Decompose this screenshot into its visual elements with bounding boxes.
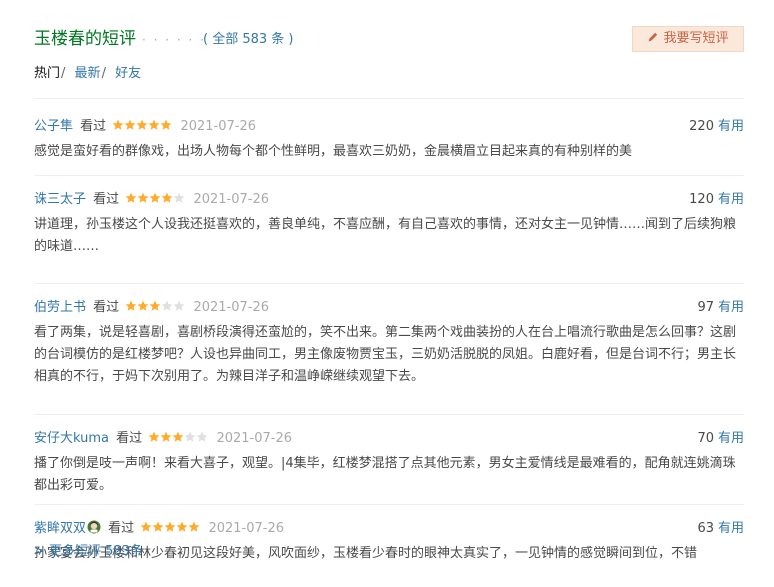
vote-count: 120 <box>689 192 714 207</box>
star-icon <box>172 431 184 442</box>
star-icon <box>173 192 185 203</box>
watched-label: 看过 <box>116 431 143 446</box>
comment-meta: 公子隼 看过 2021-07-26 <box>34 118 744 136</box>
comment-meta: 诛三太子 看过 2021-07-26 <box>34 191 744 209</box>
comment-content: 播了你倒是吱一声啊！来看大喜子，观望。|4集毕，红楼梦混搭了点其他元素，男女主爱… <box>34 456 736 493</box>
rating-stars <box>125 300 185 318</box>
comment-meta: 伯劳上书 看过 2021-07-26 <box>34 299 744 317</box>
comment-date: 2021-07-26 <box>208 521 285 536</box>
comment-content: 看了两集，说是轻喜剧，喜剧桥段演得还蛮尬的，笑不出来。第二集两个戏曲装扮的人在台… <box>34 325 737 384</box>
watched-label: 看过 <box>93 192 120 207</box>
star-icon <box>137 300 149 311</box>
comment-user-link[interactable]: 安仔大kuma <box>34 431 109 446</box>
star-icon <box>160 431 172 442</box>
divider <box>34 98 744 99</box>
vote-area: 120 有用 <box>689 191 744 209</box>
tab-separator: / <box>61 66 66 81</box>
star-icon <box>161 300 173 311</box>
write-comment-button[interactable]: 我要写短评 <box>632 26 744 52</box>
comment-user-link[interactable]: 公子隼 <box>34 119 73 134</box>
tab-latest[interactable]: 最新 <box>75 66 101 81</box>
vote-count: 63 <box>697 521 714 536</box>
useful-button[interactable]: 有用 <box>718 192 744 207</box>
comment-content: 感觉是蛮好看的群像戏，出场人物每个都个性鲜明，最喜欢三奶奶，金晨横眉立目起来真的… <box>34 144 633 159</box>
star-icon <box>140 521 152 532</box>
vote-count: 70 <box>697 431 714 446</box>
comment-content: 讲道理，孙玉楼这个人设我还挺喜欢的，善良单纯，不喜应酬，有自己喜欢的事情，还对女… <box>34 217 737 254</box>
vote-count: 97 <box>697 300 714 315</box>
title-dots: · · · · · · <box>142 33 206 47</box>
all-comments-count-link[interactable]: ( 全部 583 条 ) <box>203 31 294 49</box>
star-icon <box>176 521 188 532</box>
comment-meta: 安仔大kuma 看过 2021-07-26 <box>34 430 744 448</box>
watched-label: 看过 <box>80 119 107 134</box>
vote-count: 220 <box>689 119 714 134</box>
star-icon <box>152 521 164 532</box>
vote-area: 220 有用 <box>689 118 744 136</box>
comment-date: 2021-07-26 <box>193 300 270 315</box>
star-icon <box>112 119 124 130</box>
star-icon <box>173 300 185 311</box>
more-comments-link[interactable]: > 更多短评 583条 <box>34 543 143 561</box>
useful-button[interactable]: 有用 <box>718 300 744 315</box>
comment-item: 伯劳上书 看过 2021-07-26 97 有用 看了两集，说是轻喜剧，喜剧桥段演… <box>34 299 744 415</box>
star-icon <box>160 119 172 130</box>
section-header: 玉楼春的短评 · · · · · · ( 全部 583 条 ) 我要写短评 <box>34 0 744 58</box>
write-comment-label: 我要写短评 <box>663 31 729 46</box>
vote-area: 97 有用 <box>697 299 744 317</box>
star-icon <box>164 521 176 532</box>
watched-label: 看过 <box>108 521 135 536</box>
comments-section: 玉楼春的短评 · · · · · · ( 全部 583 条 ) 我要写短评 热门… <box>34 0 744 561</box>
comment-user-link[interactable]: 诛三太子 <box>34 192 86 207</box>
rating-stars <box>125 192 185 210</box>
pencil-icon <box>648 32 658 42</box>
star-icon <box>148 431 160 442</box>
tab-separator: / <box>101 66 106 81</box>
user-badge-icon <box>87 520 101 534</box>
useful-button[interactable]: 有用 <box>718 521 744 536</box>
vote-area: 70 有用 <box>697 430 744 448</box>
comment-item: 安仔大kuma 看过 2021-07-26 70 有用 播了你倒是吱一声啊！来看大… <box>34 430 744 505</box>
vote-area: 63 有用 <box>697 520 744 538</box>
comment-item: 公子隼 看过 2021-07-26 220 有用 感觉是蛮好看的群像戏，出场人物每… <box>34 118 744 176</box>
star-icon <box>196 431 208 442</box>
star-icon <box>188 521 200 532</box>
sort-tabs: 热门/ 最新/ 好友 <box>34 64 141 84</box>
useful-button[interactable]: 有用 <box>718 119 744 134</box>
star-icon <box>137 192 149 203</box>
star-icon <box>149 192 161 203</box>
comment-user-link[interactable]: 紫眸双双 <box>34 521 86 536</box>
star-icon <box>161 192 173 203</box>
star-icon <box>148 119 160 130</box>
star-icon <box>125 192 137 203</box>
rating-stars <box>148 431 208 449</box>
comment-date: 2021-07-26 <box>216 431 292 446</box>
tab-hot[interactable]: 热门 <box>34 66 60 81</box>
rating-stars <box>140 521 200 539</box>
tab-friends[interactable]: 好友 <box>115 66 141 81</box>
comment-user-link[interactable]: 伯劳上书 <box>34 300 86 315</box>
comment-list: 公子隼 看过 2021-07-26 220 有用 感觉是蛮好看的群像戏，出场人物每… <box>34 118 744 561</box>
star-icon <box>184 431 196 442</box>
comment-item: 诛三太子 看过 2021-07-26 120 有用 讲道理，孙玉楼这个人设我还挺喜… <box>34 191 744 284</box>
comment-meta: 紫眸双双 看过 2021-07-26 <box>34 520 744 538</box>
watched-label: 看过 <box>93 300 120 315</box>
section-title: 玉楼春的短评 <box>34 29 136 49</box>
star-icon <box>136 119 148 130</box>
useful-button[interactable]: 有用 <box>718 431 744 446</box>
star-icon <box>149 300 161 311</box>
rating-stars <box>112 119 172 137</box>
comment-date: 2021-07-26 <box>180 119 257 134</box>
star-icon <box>124 119 136 130</box>
star-icon <box>125 300 137 311</box>
comment-date: 2021-07-26 <box>193 192 270 207</box>
